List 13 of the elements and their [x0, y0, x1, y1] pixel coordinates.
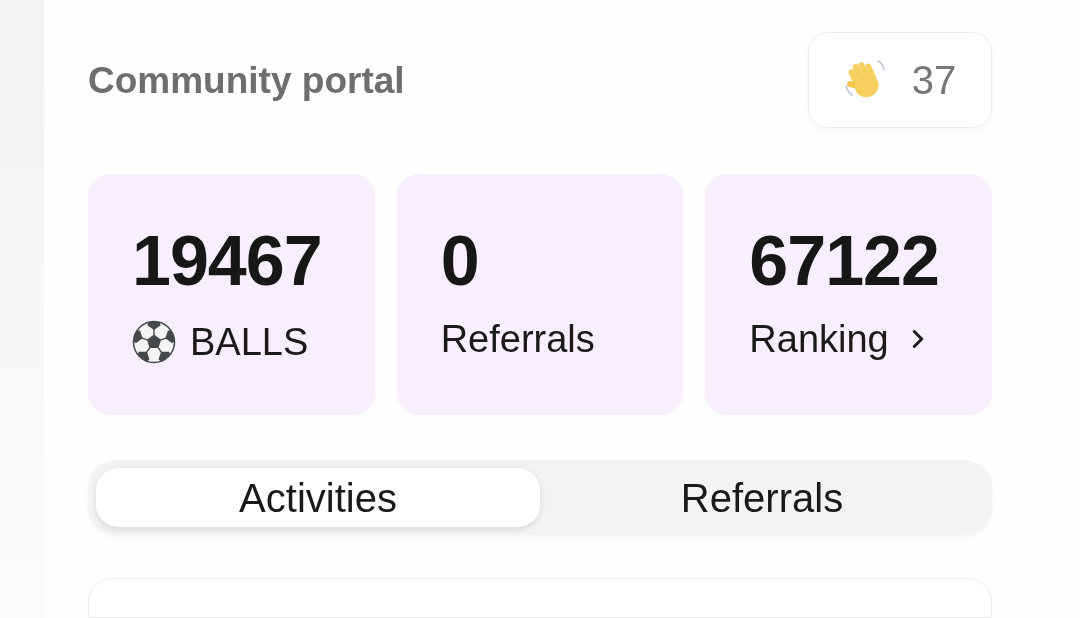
- stat-card[interactable]: 67122 Ranking: [705, 174, 992, 415]
- page-title: Community portal: [88, 61, 405, 99]
- stat-label: Referrals: [440, 320, 595, 358]
- stat-label: Ranking: [749, 320, 889, 358]
- stat-value: 0: [440, 226, 480, 296]
- stat-value: 67122: [749, 226, 940, 296]
- tab[interactable]: Activities: [96, 468, 540, 527]
- wave-badge[interactable]: 37: [808, 32, 992, 128]
- stat-label: BALLS: [190, 323, 309, 361]
- stat-value: 19467: [132, 226, 323, 296]
- wave-count: 37: [911, 60, 957, 100]
- soccer-ball-icon: [132, 320, 176, 364]
- tab[interactable]: Referrals: [540, 468, 984, 527]
